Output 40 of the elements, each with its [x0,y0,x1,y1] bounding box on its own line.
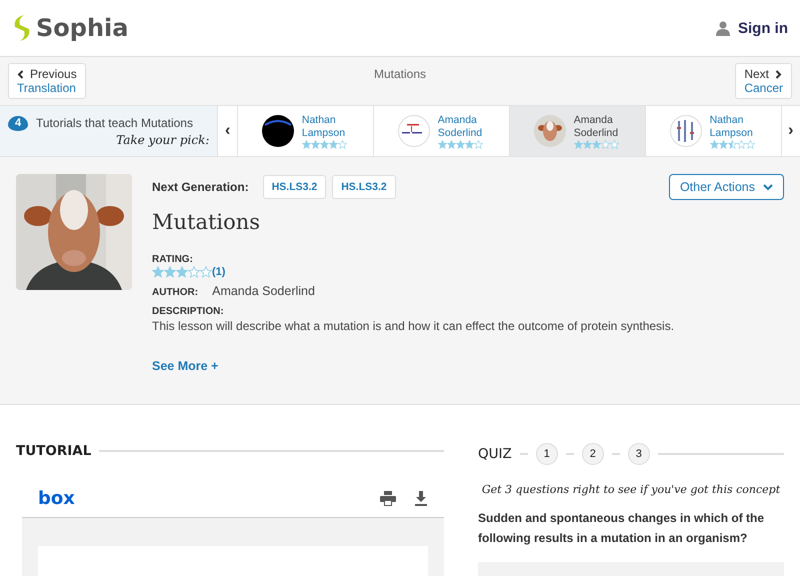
standard-tag[interactable]: HS.LS3.2 [332,175,396,199]
question-step[interactable]: 2 [582,443,604,465]
logo-text[interactable]: Sophia [36,14,128,42]
author-label: AUTHOR: [152,287,198,298]
chevron-left-icon [17,70,24,78]
section-heading: TUTORIAL [16,443,92,459]
section-heading: QUIZ [478,446,512,462]
description-label: DESCRIPTION: [152,306,225,317]
tutorials-label: Tutorials that teach Mutations [36,116,193,130]
question-text: Sudden and spontaneous changes in which of the following results in a mutation in an organism? [478,510,766,547]
previous-button[interactable]: Previous Translation [8,63,86,99]
chevron-icon [763,184,773,190]
quiz-tagline: Get 3 questions right to see if you've got this concept [480,483,782,496]
viewer-logo: box [38,488,75,508]
question-step[interactable]: 3 [628,443,650,465]
next-button[interactable]: Next Cancer [735,63,792,99]
rating-label: RATING: [152,254,194,265]
person-icon [716,20,730,36]
print-icon[interactable] [380,490,396,506]
lesson-title: Mutations [152,210,262,234]
description-text: This lesson will describe what a mutation is and how it can effect the outcome of protein synthesis. [152,319,676,333]
sign-in-button[interactable]: Sign in [716,20,788,36]
page-title: Mutations [374,67,426,81]
author-name: Nathan Lampson [302,114,346,140]
question-step[interactable]: 1 [536,443,558,465]
author-name: Amanda Soderlind [574,114,619,140]
count-badge: 4 [8,116,28,130]
author-name: Nathan Lampson [710,114,754,140]
logo-icon [12,15,32,41]
other-actions-button[interactable]: Other Actions [668,174,784,200]
tagline: Take your pick: [116,132,210,146]
standards-label: Next Generation: [152,180,249,194]
see-more-link[interactable]: See More + [152,359,218,373]
author-name: Amanda Soderlind [438,114,483,140]
rating-count[interactable]: (1) [212,266,226,278]
chevron-right-icon [775,70,782,78]
author-name: Amanda Soderlind [212,284,315,298]
standard-tag[interactable]: HS.LS3.2 [262,175,326,199]
tutorial-card[interactable]: Amanda Soderlind [508,106,645,156]
download-icon[interactable] [414,490,428,506]
